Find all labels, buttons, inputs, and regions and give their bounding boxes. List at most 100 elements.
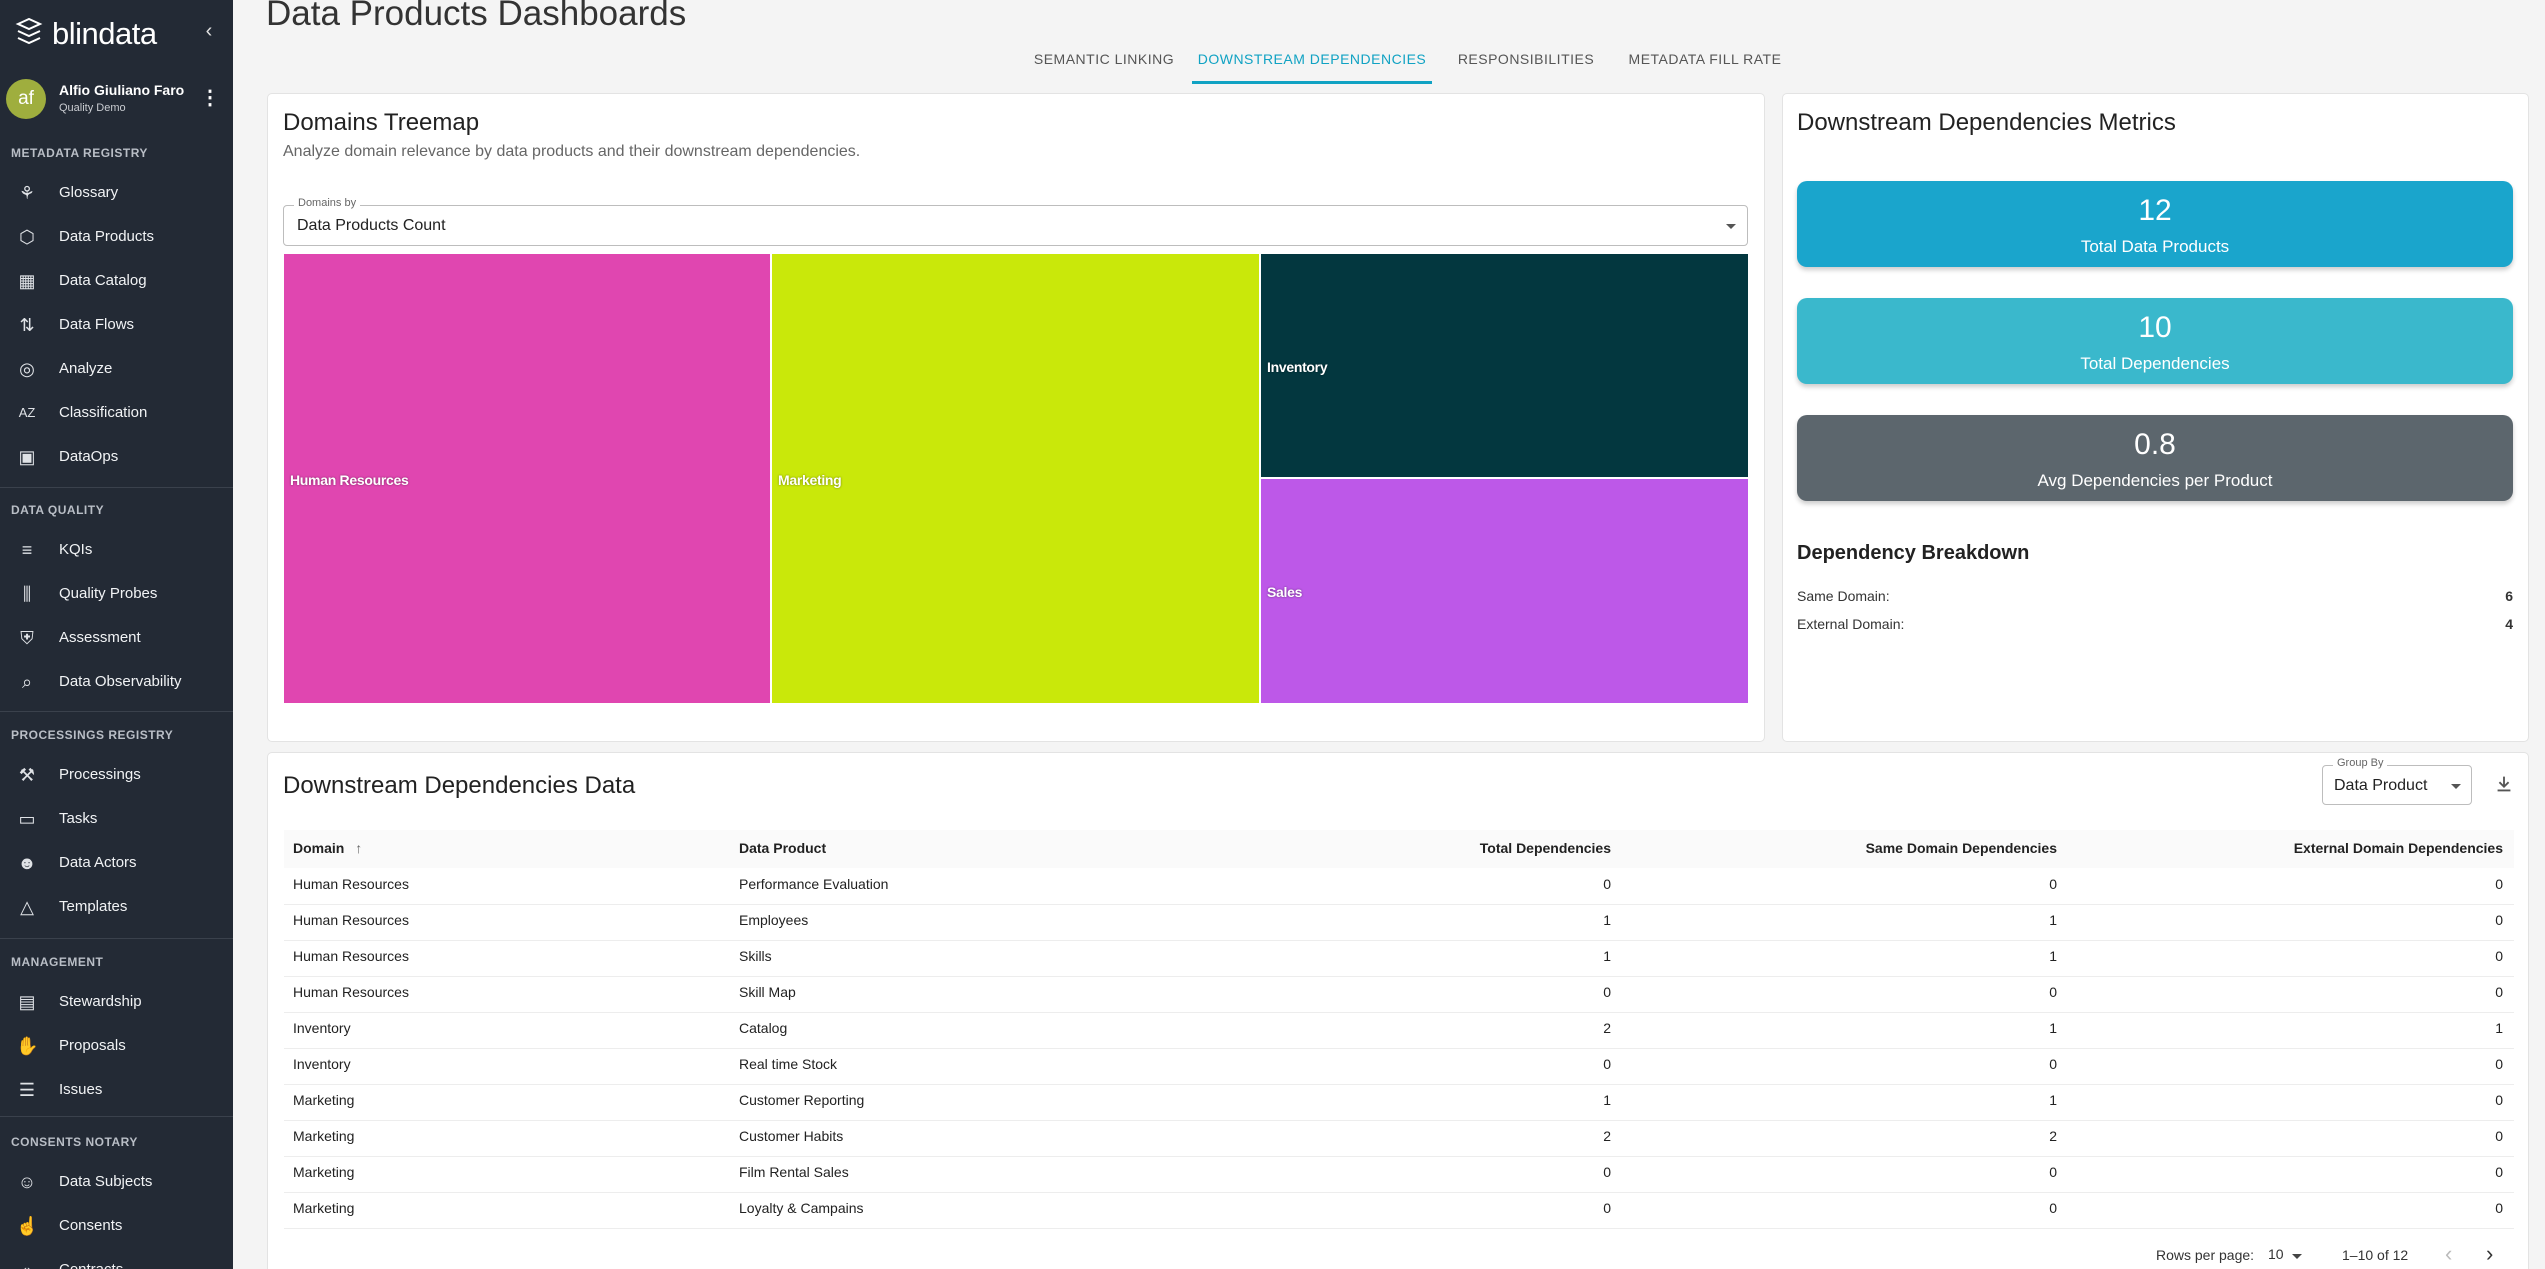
sidebar-item-label: Processings xyxy=(59,766,141,783)
column-header-same-domain[interactable]: Same Domain Dependencies xyxy=(1700,840,2057,856)
sidebar-item-label: Data Products xyxy=(59,228,155,245)
sidebar-item-consents[interactable]: ☝ Consents xyxy=(0,1205,233,1245)
sidebar-item-analyze[interactable]: ◎ Analyze xyxy=(0,348,233,388)
cell-data-product: Customer Reporting xyxy=(739,1092,865,1108)
badge-icon: ▤ xyxy=(18,992,36,1012)
cell-data-product: Skill Map xyxy=(739,984,796,1000)
rows-per-page-select[interactable]: 10 xyxy=(2268,1244,2308,1264)
column-header-label: Domain xyxy=(293,840,345,856)
sidebar-item-label: Stewardship xyxy=(59,993,142,1010)
treemap-cell-human-resources[interactable]: Human Resources xyxy=(283,253,771,704)
cell-total-dependencies: 1 xyxy=(1603,912,1611,928)
glossary-icon: ⚘ xyxy=(18,183,36,203)
sidebar-item-data-products[interactable]: ⬡ Data Products xyxy=(0,216,233,256)
cell-total-dependencies: 0 xyxy=(1603,984,1611,1000)
treemap-label: Sales xyxy=(1267,584,1303,600)
sidebar-item-stewardship[interactable]: ▤ Stewardship xyxy=(0,981,233,1021)
shapes-icon: △ xyxy=(20,897,34,917)
cell-total-dependencies: 0 xyxy=(1603,1200,1611,1216)
tab-semantic-linking[interactable]: SEMANTIC LINKING xyxy=(1030,42,1178,84)
sidebar-item-classification[interactable]: AZ Classification xyxy=(0,392,233,432)
cell-domain: Marketing xyxy=(293,1200,355,1216)
sidebar-item-templates[interactable]: △ Templates xyxy=(0,886,233,926)
group-by-label: Group By xyxy=(2333,757,2388,769)
treemap-cell-inventory[interactable]: Inventory xyxy=(1260,253,1749,478)
cell-data-product: Real time Stock xyxy=(739,1056,838,1072)
cell-same-domain: 2 xyxy=(2049,1128,2057,1144)
sidebar-item-quality-probes[interactable]: ⫼ Quality Probes xyxy=(0,573,233,613)
row-divider xyxy=(284,1048,2514,1049)
sidebar-section-title: METADATA REGISTRY xyxy=(11,146,148,160)
treemap-cell-sales[interactable]: Sales xyxy=(1260,478,1749,704)
cell-total-dependencies: 2 xyxy=(1603,1128,1611,1144)
breakdown-value: 6 xyxy=(2505,588,2513,604)
sidebar-item-glossary[interactable]: ⚘ Glossary xyxy=(0,172,233,212)
sort-ascending-icon[interactable]: ↑ xyxy=(355,840,362,856)
sidebar-section-title: CONSENTS NOTARY xyxy=(11,1135,138,1149)
sidebar-item-label: Quality Probes xyxy=(59,585,158,602)
cell-same-domain: 1 xyxy=(2049,912,2057,928)
sidebar-item-data-subjects[interactable]: ☺ Data Subjects xyxy=(0,1161,233,1201)
sidebar-item-kqis[interactable]: ≡ KQIs xyxy=(0,529,233,569)
collapse-sidebar-icon[interactable]: ‹ xyxy=(198,20,220,42)
sidebar-item-label: DataOps xyxy=(59,448,119,465)
tab-downstream-dependencies[interactable]: DOWNSTREAM DEPENDENCIES xyxy=(1192,42,1432,84)
column-header-total-dependencies[interactable]: Total Dependencies xyxy=(1280,840,1611,856)
cell-external-domain: 0 xyxy=(2495,1200,2503,1216)
sidebar-item-label: Assessment xyxy=(59,629,141,646)
sidebar-item-processings[interactable]: ⚒ Processings xyxy=(0,754,233,794)
sidebar-item-contracts[interactable]: ‹› Contracts xyxy=(0,1249,233,1269)
domains-by-select[interactable]: Domains by Data Products Count xyxy=(283,197,1748,246)
tab-responsibilities[interactable]: RESPONSIBILITIES xyxy=(1446,42,1606,84)
previous-page-icon[interactable]: ‹ xyxy=(2445,1242,2465,1266)
tab-metadata-fill-rate[interactable]: METADATA FILL RATE xyxy=(1620,42,1790,84)
metric-value: 12 xyxy=(2138,194,2172,227)
sidebar-item-tasks[interactable]: ▭ Tasks xyxy=(0,798,233,838)
next-page-icon[interactable]: › xyxy=(2486,1242,2506,1266)
sidebar-item-label: Classification xyxy=(59,404,148,421)
sidebar-item-issues[interactable]: ☰ Issues xyxy=(0,1069,233,1109)
treemap-cell-marketing[interactable]: Marketing xyxy=(771,253,1260,704)
row-divider xyxy=(284,1156,2514,1157)
row-divider xyxy=(284,1192,2514,1193)
sidebar-item-proposals[interactable]: ✋ Proposals xyxy=(0,1025,233,1065)
more-vert-icon[interactable]: ⋮ xyxy=(200,86,220,110)
column-header-domain[interactable]: Domain ↑ xyxy=(293,840,362,856)
cell-data-product: Film Rental Sales xyxy=(739,1164,849,1180)
sidebar-item-dataops[interactable]: ▣ DataOps xyxy=(0,436,233,476)
user-profile[interactable]: af Alfio Giuliano Faro Quality Demo ⋮ xyxy=(0,74,233,124)
group-by-select[interactable]: Group By Data Product xyxy=(2322,757,2472,805)
user-name: Alfio Giuliano Faro xyxy=(59,82,185,98)
cell-domain: Inventory xyxy=(293,1020,351,1036)
sidebar-item-label: Glossary xyxy=(59,184,119,201)
dependency-breakdown-title: Dependency Breakdown xyxy=(1797,542,2030,564)
treemap-label: Marketing xyxy=(778,472,842,488)
compass-icon: ◎ xyxy=(19,359,35,379)
row-divider xyxy=(284,976,2514,977)
sidebar-item-data-actors[interactable]: ☻ Data Actors xyxy=(0,842,233,882)
column-header-external-domain[interactable]: External Domain Dependencies xyxy=(2130,840,2503,856)
cell-total-dependencies: 0 xyxy=(1603,1164,1611,1180)
cell-data-product: Skills xyxy=(739,948,772,964)
gavel-icon: ⚒ xyxy=(18,765,36,785)
cell-external-domain: 0 xyxy=(2495,1128,2503,1144)
sidebar-divider xyxy=(0,487,233,488)
sidebar-item-label: Tasks xyxy=(59,810,98,827)
sidebar-item-assessment[interactable]: ⛨ Assessment xyxy=(0,617,233,657)
chevron-down-icon xyxy=(2292,1254,2302,1259)
domains-treemap: Human Resources Marketing Inventory Sale… xyxy=(283,253,1749,704)
breakdown-same-domain: Same Domain: 6 xyxy=(1797,588,2513,610)
sidebar-item-data-observability[interactable]: ⌕ Data Observability xyxy=(0,661,233,701)
shield-icon: ⛨ xyxy=(20,628,34,648)
people-icon: ☻ xyxy=(17,853,37,873)
page-title: Data Products Dashboards xyxy=(266,0,687,33)
row-divider xyxy=(284,940,2514,941)
download-icon[interactable] xyxy=(2493,773,2515,795)
sidebar-item-label: Consents xyxy=(59,1217,123,1234)
sidebar-item-data-catalog[interactable]: ▦ Data Catalog xyxy=(0,260,233,300)
cell-total-dependencies: 1 xyxy=(1603,1092,1611,1108)
cell-external-domain: 0 xyxy=(2495,948,2503,964)
sidebar-item-data-flows[interactable]: ⇅ Data Flows xyxy=(0,304,233,344)
group-by-value: Data Product xyxy=(2334,777,2428,794)
column-header-data-product[interactable]: Data Product xyxy=(739,840,826,856)
